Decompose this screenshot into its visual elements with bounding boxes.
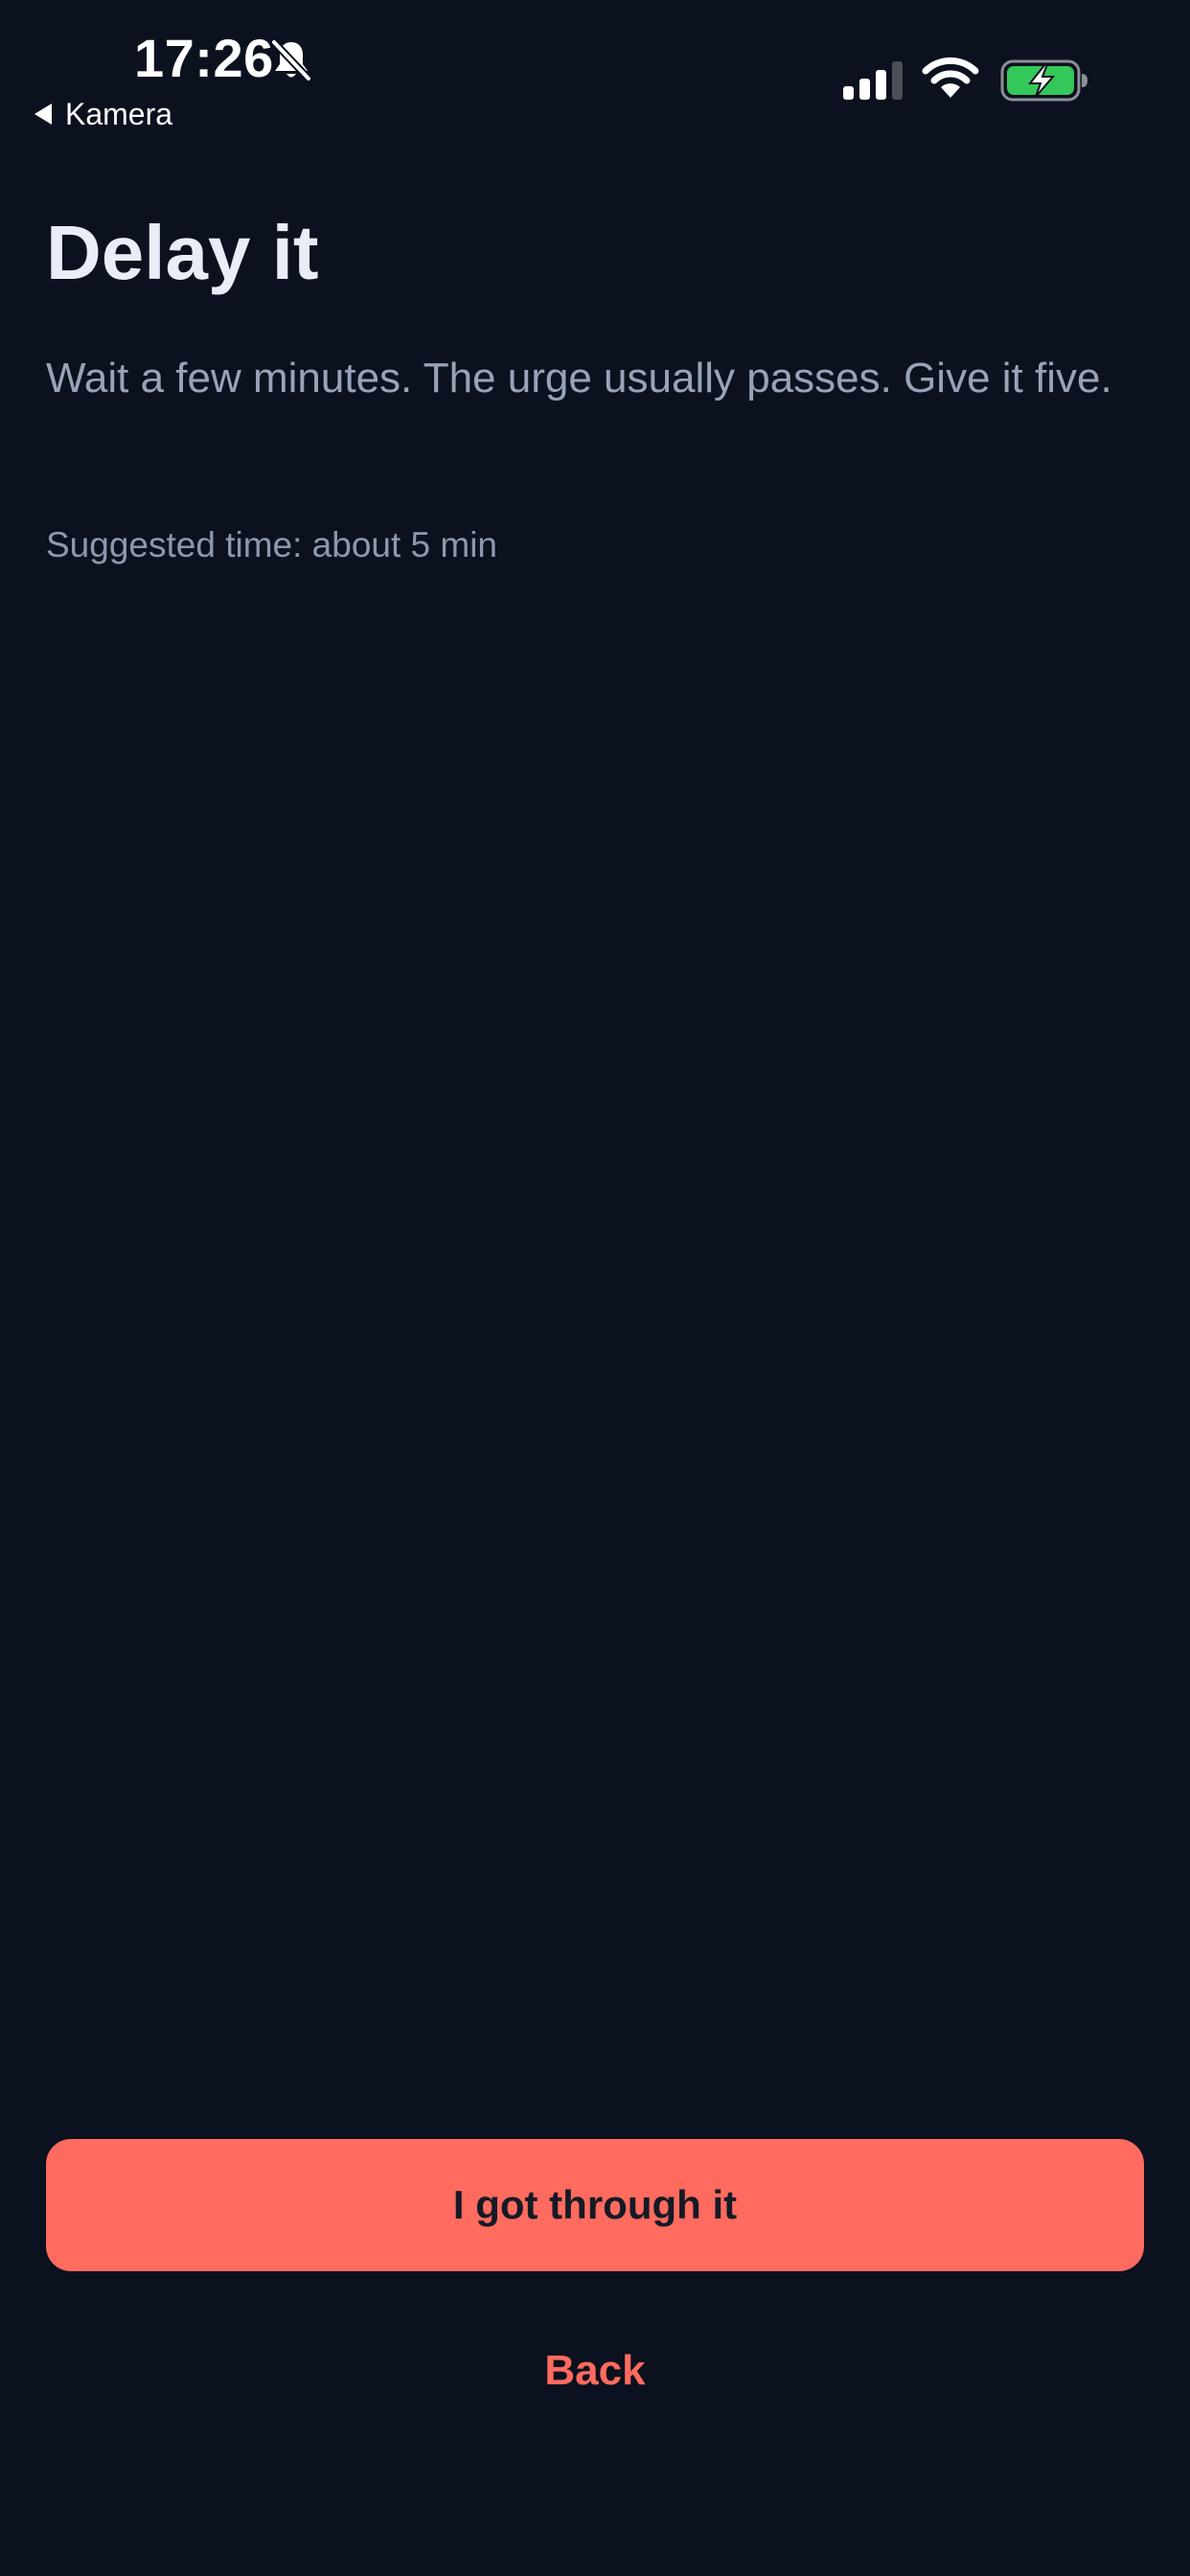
status-time: 17:26: [134, 28, 274, 88]
page-description: Wait a few minutes. The urge usually pas…: [46, 355, 1112, 402]
back-to-app-label: Kamera: [65, 96, 173, 131]
cellular-signal-icon: [843, 61, 903, 100]
back-button[interactable]: Back: [403, 2331, 787, 2411]
page-title: Delay it: [46, 210, 319, 295]
wifi-icon: [922, 57, 979, 98]
back-to-app-link[interactable]: Kamera: [34, 94, 172, 134]
back-triangle-icon: [34, 104, 52, 125]
got-through-it-button[interactable]: I got through it: [46, 2139, 1144, 2271]
battery-charging-icon: [1000, 59, 1087, 102]
bell-slash-icon: [271, 39, 311, 81]
suggested-time-text: Suggested time: about 5 min: [46, 525, 498, 564]
status-bar: 17:26 Kamera: [0, 0, 1190, 134]
